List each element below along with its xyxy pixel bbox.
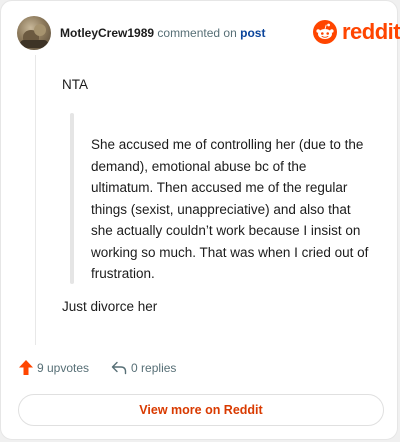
comment-text-first: NTA <box>62 77 88 92</box>
post-link[interactable]: post <box>240 26 265 40</box>
action-text: commented on <box>157 26 237 40</box>
user-avatar[interactable] <box>17 16 51 50</box>
comment-actions: 9 upvotes 0 replies <box>19 360 176 375</box>
reddit-logo[interactable]: reddit <box>313 20 400 44</box>
upvote-arrow-icon <box>19 360 33 375</box>
reply-count: 0 replies <box>131 360 177 375</box>
quote-bar <box>70 113 74 284</box>
reply-button[interactable]: 0 replies <box>111 361 176 375</box>
upvote-count: 9 upvotes <box>37 360 90 375</box>
comment-header: MotleyCrew1989 commented on post <box>17 16 265 50</box>
upvote-button[interactable]: 9 upvotes <box>19 360 89 375</box>
embedded-comment-card: MotleyCrew1989 commented on post reddit … <box>0 0 400 440</box>
reply-arrow-icon <box>111 361 127 374</box>
thread-line <box>35 55 36 345</box>
view-more-button[interactable]: View more on Reddit <box>18 394 384 426</box>
reddit-wordmark: reddit <box>342 19 400 44</box>
reddit-snoo-icon <box>313 20 337 44</box>
comment-meta: MotleyCrew1989 commented on post <box>60 26 265 40</box>
comment-quote: She accused me of controlling her (due t… <box>91 137 369 281</box>
comment-text-last: Just divorce her <box>62 299 158 314</box>
username-link[interactable]: MotleyCrew1989 <box>60 26 154 40</box>
